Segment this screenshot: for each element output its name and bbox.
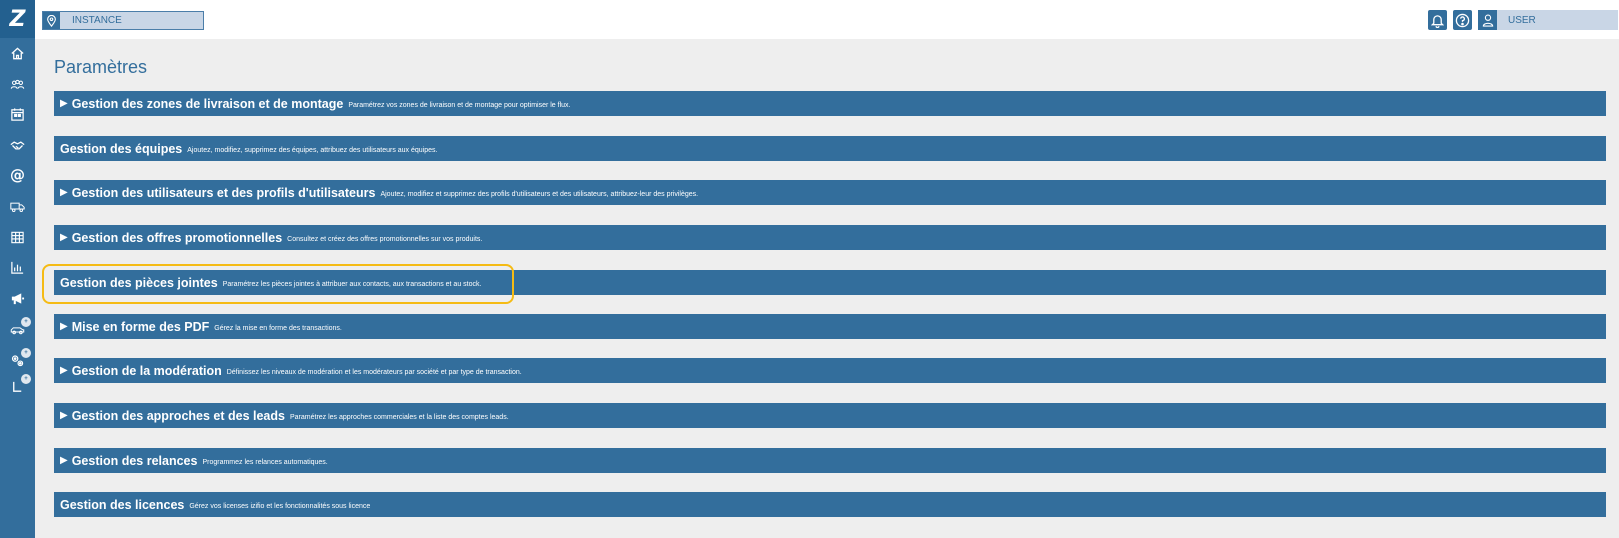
section-attachments[interactable]: Gestion des pièces jointes Paramétrez le… [54, 270, 1606, 295]
location-pin-icon [43, 12, 60, 29]
section-description: Gérez vos licenses izifio et les fonctio… [189, 502, 371, 510]
section-description: Paramétrez les approches commerciales et… [289, 413, 509, 421]
section-description: Paramétrez les pièces jointes à attribue… [222, 280, 482, 288]
sidebar-item-vehicles[interactable]: + [0, 316, 35, 342]
badge-plus: + [21, 374, 31, 384]
section-reminders[interactable]: ▶ Gestion des relances Programmez les re… [54, 448, 1606, 473]
sidebar-item-calendar[interactable] [0, 101, 35, 127]
user-label: USER [1508, 14, 1536, 26]
calendar-icon [11, 107, 24, 121]
sidebar-item-stock[interactable] [0, 224, 35, 250]
section-title: Gestion des offres promotionnelles [71, 230, 283, 245]
megaphone-icon [11, 292, 25, 304]
section-description: Définissez les niveaux de modération et … [226, 368, 522, 376]
instance-label: INSTANCE [72, 15, 122, 26]
top-bar: INSTANCE USER [35, 0, 1619, 39]
expand-arrow-icon: ▶ [60, 232, 68, 243]
handshake-icon [10, 140, 25, 149]
home-icon [11, 46, 24, 59]
expand-arrow-icon: ▶ [60, 187, 68, 198]
section-approaches-leads[interactable]: ▶ Gestion des approches et des leads Par… [54, 403, 1606, 428]
notifications-button[interactable] [1428, 10, 1447, 30]
section-pdf-formatting[interactable]: ▶ Mise en forme des PDF Gérez la mise en… [54, 314, 1606, 339]
section-description: Gérez la mise en forme des transactions. [214, 324, 342, 332]
section-title: Mise en forme des PDF [71, 319, 210, 334]
sidebar-item-marketing[interactable] [0, 285, 35, 311]
section-licences[interactable]: Gestion des licences Gérez vos licenses … [54, 492, 1606, 517]
section-moderation[interactable]: ▶ Gestion de la modération Définissez le… [54, 358, 1606, 383]
badge-plus: + [21, 317, 31, 327]
instance-selector[interactable]: INSTANCE [42, 11, 204, 30]
section-title: Gestion des licences [60, 497, 185, 512]
section-delivery-zones[interactable]: ▶ Gestion des zones de livraison et de m… [54, 91, 1606, 116]
section-title: Gestion des approches et des leads [71, 408, 285, 423]
section-title: Gestion des équipes [60, 141, 183, 156]
user-menu[interactable]: USER [1478, 10, 1618, 30]
section-promotions[interactable]: ▶ Gestion des offres promotionnelles Con… [54, 225, 1606, 250]
users-group-icon [10, 79, 25, 89]
section-title: Gestion des utilisateurs et des profils … [71, 185, 376, 200]
page-title: Paramètres [54, 57, 148, 77]
expand-arrow-icon: ▶ [60, 410, 68, 421]
section-description: Paramétrez vos zones de livraison et de … [348, 101, 571, 109]
badge-plus: + [21, 348, 31, 358]
sidebar-item-home[interactable] [0, 40, 35, 66]
section-title: Gestion des pièces jointes [60, 275, 218, 290]
help-icon [1455, 13, 1470, 27]
bar-chart-icon [11, 261, 24, 274]
sidebar-item-deals[interactable] [0, 132, 35, 158]
section-description: Ajoutez, modifiez et supprimez des profi… [380, 190, 699, 198]
app-logo[interactable]: Z [0, 0, 35, 38]
sidebar-item-email[interactable]: @ [0, 162, 35, 188]
section-description: Programmez les relances automatiques. [202, 458, 328, 466]
at-sign-icon: @ [10, 165, 25, 184]
expand-arrow-icon: ▶ [60, 455, 68, 466]
section-title: Gestion des zones de livraison et de mon… [71, 96, 344, 111]
section-teams[interactable]: Gestion des équipes Ajoutez, modifiez, s… [54, 136, 1606, 161]
table-icon [11, 231, 24, 243]
section-title: Gestion de la modération [71, 363, 222, 378]
section-title: Gestion des relances [71, 453, 198, 468]
bell-icon [1431, 14, 1444, 28]
sidebar-item-settings[interactable]: + [0, 347, 35, 373]
expand-arrow-icon: ▶ [60, 98, 68, 109]
expand-arrow-icon: ▶ [60, 365, 68, 376]
section-users-profiles[interactable]: ▶ Gestion des utilisateurs et des profil… [54, 180, 1606, 205]
user-icon [1478, 10, 1497, 30]
sidebar: Z @ + + + [0, 0, 35, 538]
sidebar-item-delivery[interactable] [0, 193, 35, 219]
logo-letter: Z [9, 6, 26, 32]
help-button[interactable] [1453, 10, 1472, 30]
section-description: Consultez et créez des offres promotionn… [287, 235, 483, 243]
sidebar-item-stats[interactable] [0, 254, 35, 280]
section-description: Ajoutez, modifiez, supprimez des équipes… [187, 146, 438, 154]
truck-icon [10, 202, 25, 212]
sidebar-item-contacts[interactable] [0, 71, 35, 97]
sidebar-item-extra[interactable]: + [0, 373, 35, 399]
expand-arrow-icon: ▶ [60, 321, 68, 332]
